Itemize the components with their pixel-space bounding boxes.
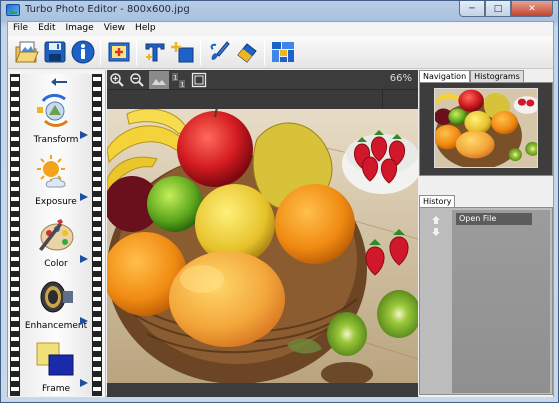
navigation-thumbnail[interactable] <box>434 88 538 168</box>
zoom-percentage: 66% <box>389 73 412 84</box>
menu-edit[interactable]: Edit <box>33 22 60 36</box>
title-bar[interactable]: Turbo Photo Editor - 800x600.jpg ─ □ ✕ <box>1 1 558 20</box>
add-text-icon[interactable] <box>142 39 168 65</box>
app-window: Turbo Photo Editor - 800x600.jpg ─ □ ✕ F… <box>0 0 559 403</box>
eraser-icon[interactable] <box>234 39 260 65</box>
lens-icon[interactable] <box>35 277 75 317</box>
history-list: Open File <box>452 210 550 393</box>
zoom-out-icon[interactable] <box>129 72 145 88</box>
fullscreen-icon[interactable] <box>191 72 207 88</box>
menu-file[interactable]: File <box>8 22 33 36</box>
menu-help[interactable]: Help <box>130 22 161 36</box>
close-button[interactable]: ✕ <box>511 1 553 17</box>
transform-icon[interactable] <box>35 91 75 131</box>
thumbnail-image <box>435 89 537 167</box>
history-panel: Open File <box>419 207 553 395</box>
client-area: File Edit Image View Help Transform Expo… <box>7 21 554 397</box>
svg-text:1: 1 <box>174 75 178 82</box>
tool-panel: Transform Exposure Color Enhancement Fra… <box>8 70 106 397</box>
navigation-tabs: Navigation Histograms <box>419 70 524 82</box>
tab-histograms[interactable]: Histograms <box>470 70 524 82</box>
history-tabs: History <box>419 195 456 207</box>
back-arrow-icon[interactable] <box>51 78 67 86</box>
open-icon[interactable] <box>14 39 40 65</box>
navigation-panel <box>419 82 553 176</box>
undo-arrow-icon[interactable] <box>432 216 440 224</box>
brush-icon[interactable] <box>206 39 232 65</box>
maximize-button[interactable]: □ <box>485 1 511 17</box>
history-gutter <box>422 210 452 393</box>
frame-icon[interactable] <box>35 339 75 379</box>
svg-text:1: 1 <box>181 82 185 89</box>
fruit-photo <box>107 109 418 383</box>
exposure-icon[interactable] <box>35 153 75 193</box>
menu-view[interactable]: View <box>99 22 130 36</box>
menu-image[interactable]: Image <box>61 22 99 36</box>
minimize-button[interactable]: ─ <box>459 1 485 17</box>
window-title: Turbo Photo Editor - 800x600.jpg <box>25 4 190 15</box>
fit-window-icon[interactable] <box>149 71 169 89</box>
redo-arrow-icon[interactable] <box>432 228 440 236</box>
app-icon <box>6 4 20 16</box>
photo-canvas[interactable] <box>107 109 418 383</box>
filmstrip: Transform Exposure Color Enhancement Fra… <box>10 74 102 396</box>
collage-icon[interactable] <box>270 39 296 65</box>
history-item[interactable]: Open File <box>456 213 532 225</box>
main-toolbar <box>8 36 553 69</box>
window-controls: ─ □ ✕ <box>459 1 553 17</box>
add-watermark-icon[interactable] <box>170 39 196 65</box>
actual-size-icon[interactable]: 1 1 <box>171 72 187 88</box>
image-viewer: 1 1 66% <box>107 70 418 397</box>
viewer-toolbar: 1 1 66% <box>107 70 418 90</box>
color-palette-icon[interactable] <box>35 215 75 255</box>
tab-history[interactable]: History <box>419 195 456 207</box>
menu-bar: File Edit Image View Help <box>8 22 553 36</box>
info-icon[interactable] <box>70 39 96 65</box>
tab-navigation[interactable]: Navigation <box>419 70 471 82</box>
side-panel: Navigation Histograms History Open File <box>419 70 553 397</box>
zoom-in-icon[interactable] <box>109 72 125 88</box>
photo-resize-icon[interactable] <box>106 39 132 65</box>
save-icon[interactable] <box>42 39 68 65</box>
